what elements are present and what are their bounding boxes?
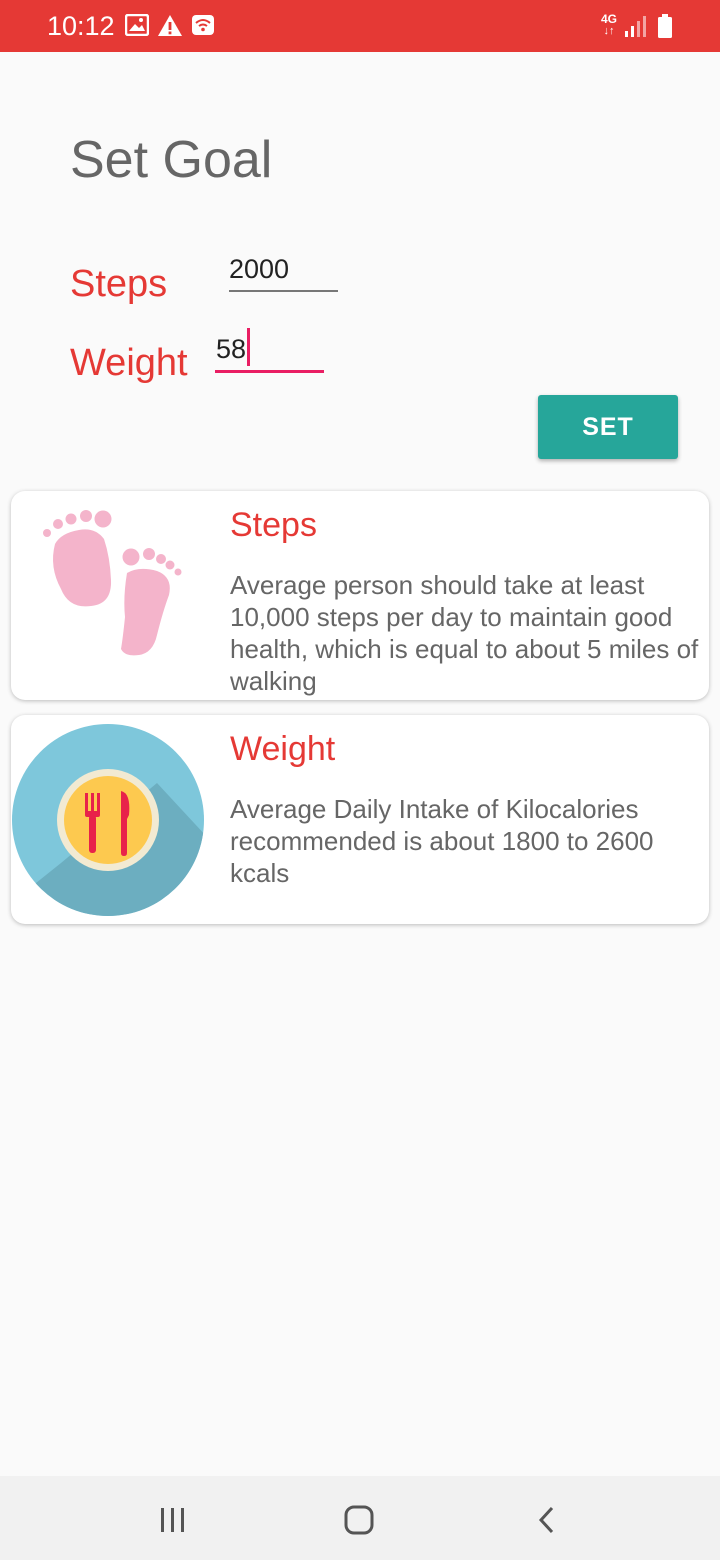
warning-icon — [158, 15, 182, 36]
network-type: 4G ↓↑ — [600, 12, 617, 37]
set-button[interactable]: SET — [538, 395, 678, 459]
status-time: 10:12 — [47, 11, 115, 41]
back-icon[interactable] — [534, 1505, 560, 1535]
weight-input[interactable] — [216, 332, 324, 366]
weight-input-underline — [215, 370, 324, 373]
weight-card-title: Weight — [230, 730, 336, 768]
plate-cutlery-icon — [12, 724, 204, 916]
status-bar: 10:12 4G ↓↑ — [0, 0, 720, 52]
text-cursor — [247, 328, 250, 366]
navigation-bar — [0, 1476, 720, 1560]
network-label: 4G — [600, 12, 617, 26]
steps-label: Steps — [70, 263, 168, 305]
recent-apps-icon[interactable] — [158, 1506, 188, 1534]
image-icon — [125, 14, 149, 36]
footprints-icon — [43, 510, 182, 656]
weight-label: Weight — [70, 342, 188, 384]
steps-card-title: Steps — [230, 506, 317, 544]
steps-input-underline — [229, 290, 338, 292]
battery-icon — [658, 14, 672, 38]
steps-card-body: Average person should take at least 10,0… — [230, 570, 699, 696]
steps-info-card: Steps Average person should take at leas… — [11, 491, 709, 700]
wifi-icon — [192, 15, 214, 35]
steps-input[interactable] — [229, 252, 337, 286]
home-icon[interactable] — [343, 1505, 375, 1535]
signal-icon — [625, 16, 646, 37]
weight-card-body: Average Daily Intake of Kilocalories rec… — [230, 794, 654, 888]
page-title: Set Goal — [70, 131, 273, 189]
weight-info-card: Weight Average Daily Intake of Kilocalor… — [11, 715, 709, 924]
